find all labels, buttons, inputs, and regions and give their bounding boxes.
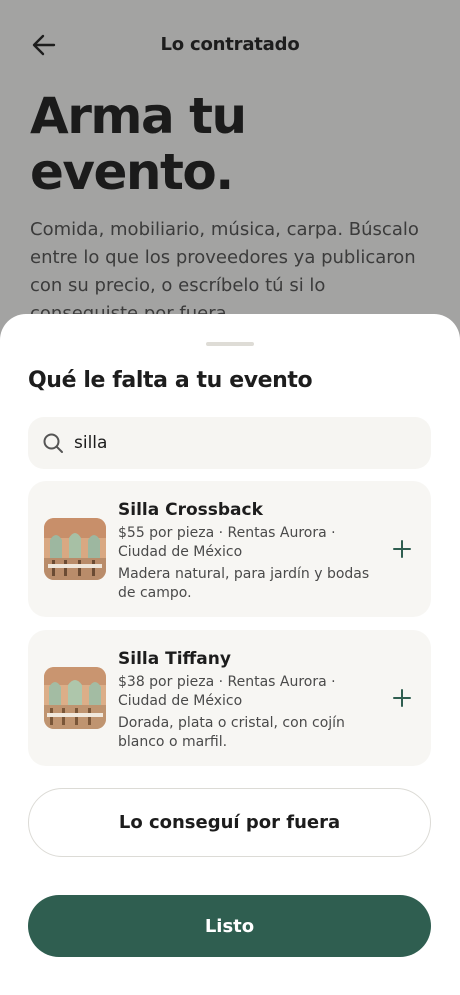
hero-title: Arma tu evento. bbox=[30, 87, 247, 201]
done-button[interactable]: Listo bbox=[28, 895, 431, 957]
product-thumbnail bbox=[44, 518, 106, 580]
product-description: Madera natural, para jardín y bodas de c… bbox=[118, 566, 370, 601]
bottom-sheet: Qué le falta a tu evento Silla bbox=[0, 314, 460, 995]
plus-icon bbox=[393, 540, 411, 558]
background-page: Lo contratado Arma tu evento. Comida, mo… bbox=[0, 0, 460, 340]
search-input[interactable] bbox=[74, 417, 414, 469]
sheet-title: Qué le falta a tu evento bbox=[28, 368, 313, 393]
product-name: Silla Tiffany bbox=[118, 649, 231, 669]
product-name: Silla Crossback bbox=[118, 500, 263, 520]
sheet-drag-handle[interactable] bbox=[206, 342, 254, 346]
page-title: Lo contratado bbox=[160, 34, 300, 55]
result-card[interactable]: Silla Crossback $55 por pieza · Rentas A… bbox=[28, 481, 431, 617]
product-meta: $38 por pieza · Rentas Aurora · Ciudad d… bbox=[118, 674, 336, 709]
top-bar: Lo contratado bbox=[0, 22, 460, 68]
hero-description: Comida, mobiliario, música, carpa. Búsca… bbox=[30, 219, 419, 324]
add-item-button[interactable] bbox=[389, 536, 415, 562]
result-card[interactable]: Silla Tiffany $38 por pieza · Rentas Aur… bbox=[28, 630, 431, 766]
search-icon bbox=[43, 433, 63, 453]
search-bar[interactable] bbox=[28, 417, 431, 469]
product-meta: $55 por pieza · Rentas Aurora · Ciudad d… bbox=[118, 525, 336, 560]
got-it-elsewhere-button[interactable]: Lo conseguí por fuera bbox=[28, 788, 431, 857]
product-description: Dorada, plata o cristal, con cojín blanc… bbox=[118, 715, 345, 750]
product-thumbnail bbox=[44, 667, 106, 729]
plus-icon bbox=[393, 689, 411, 707]
add-item-button[interactable] bbox=[389, 685, 415, 711]
